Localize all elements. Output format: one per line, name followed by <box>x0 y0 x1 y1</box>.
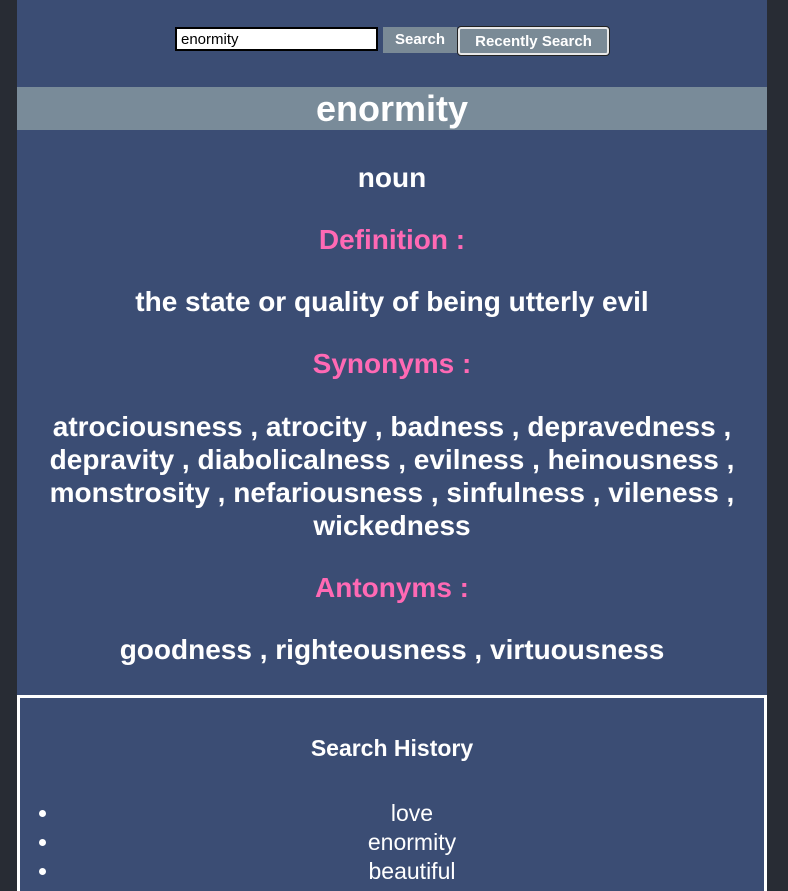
recently-search-button[interactable]: Recently Search <box>458 27 609 55</box>
word-title: enormity <box>17 87 767 130</box>
dictionary-app: Search Recently Search enormity noun Def… <box>17 0 767 891</box>
history-item[interactable]: h <box>60 886 764 891</box>
history-item[interactable]: enormity <box>60 828 764 857</box>
definition-text: the state or quality of being utterly ev… <box>135 286 649 317</box>
search-bar: Search Recently Search <box>17 26 767 58</box>
history-item[interactable]: love <box>60 799 764 828</box>
search-history-panel: Search History love enormity beautiful h <box>17 695 767 891</box>
search-history-list: love enormity beautiful h <box>20 799 764 891</box>
definition-label: Definition : <box>318 224 466 255</box>
synonyms-text: atrociousness , atrocity , badness , dep… <box>49 411 735 541</box>
synonyms-label: Synonyms : <box>312 348 472 379</box>
search-history-title: Search History <box>310 735 474 761</box>
search-button[interactable]: Search <box>383 27 457 53</box>
search-input[interactable] <box>175 27 378 51</box>
part-of-speech: noun <box>357 162 427 193</box>
history-item[interactable]: beautiful <box>60 857 764 886</box>
antonyms-text: goodness , righteousness , virtuousness <box>119 634 665 665</box>
antonyms-label: Antonyms : <box>315 572 469 603</box>
